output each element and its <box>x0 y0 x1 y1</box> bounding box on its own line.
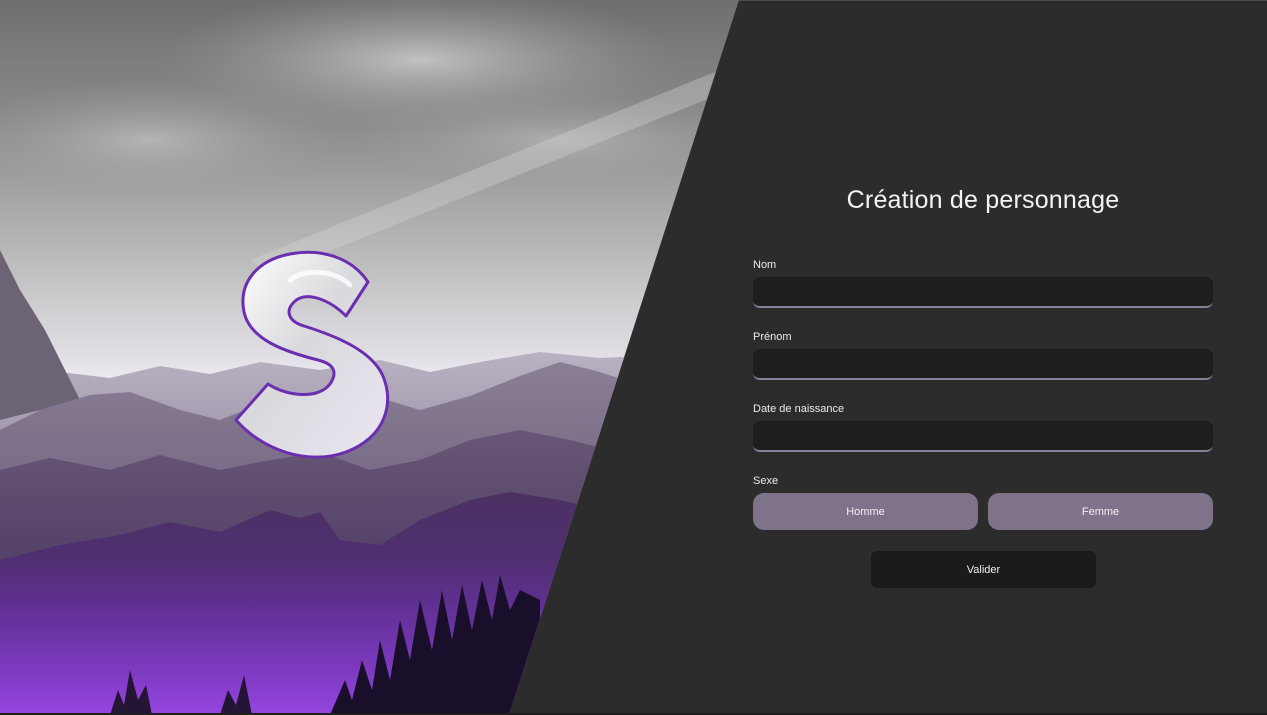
nom-input[interactable] <box>753 277 1213 308</box>
character-form: Création de personnage Nom Prénom Date d… <box>753 0 1213 715</box>
date-de-naissance-label: Date de naissance <box>753 403 845 415</box>
homme-button[interactable]: Homme <box>753 493 978 530</box>
prenom-input[interactable] <box>753 349 1213 380</box>
femme-button[interactable]: Femme <box>988 493 1213 530</box>
nom-label: Nom <box>753 259 777 271</box>
form-title: Création de personnage <box>846 186 1120 214</box>
valider-button[interactable]: Valider <box>871 551 1096 588</box>
character-creation-screen: Création de personnage Nom Prénom Date d… <box>0 0 1267 715</box>
prenom-label: Prénom <box>753 331 792 343</box>
sexe-label: Sexe <box>753 475 779 487</box>
date-de-naissance-input[interactable] <box>753 421 1213 452</box>
